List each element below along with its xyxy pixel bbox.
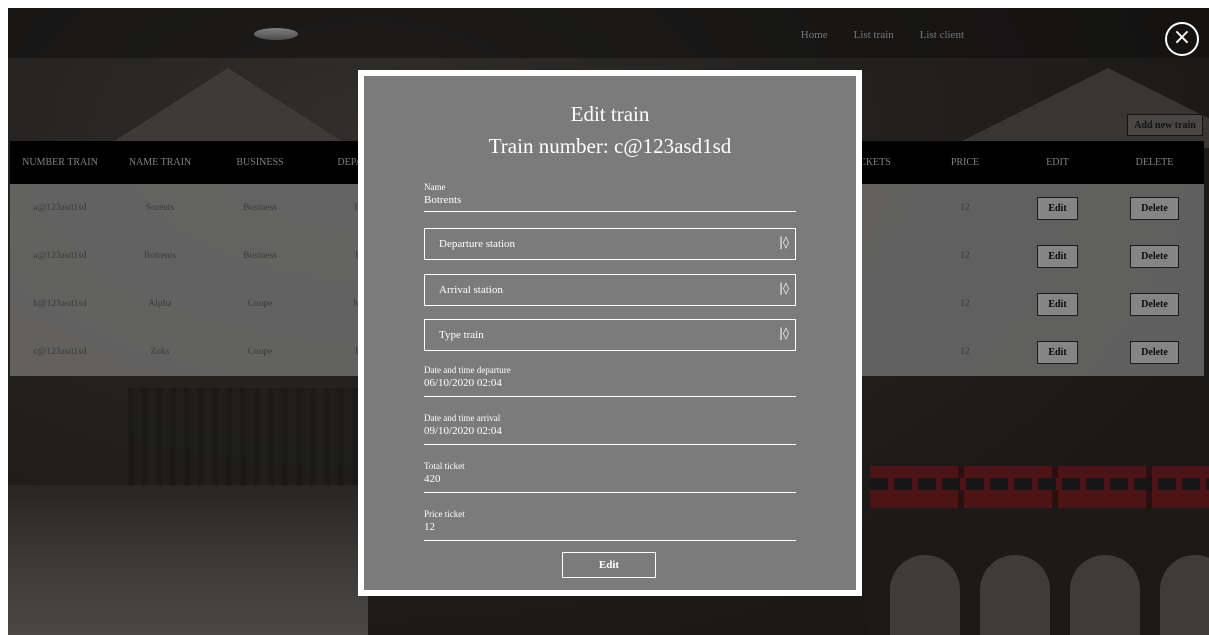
modal-subtitle: Train number: c@123asd1sd — [488, 134, 732, 158]
date-departure-label: Date and time departure — [424, 365, 511, 375]
departure-station-label: Departure station — [439, 238, 516, 250]
total-ticket-input[interactable]: 420 — [424, 473, 796, 485]
type-train-select[interactable]: Type train |◊ — [424, 319, 796, 351]
arrival-station-select[interactable]: Arrival station |◊ — [424, 274, 796, 306]
type-train-label: Type train — [439, 329, 484, 341]
total-ticket-field[interactable]: Total ticket 420 — [424, 461, 796, 493]
modal-title: Edit train — [570, 102, 650, 126]
modal-body: Edit train Train number: c@123asd1sd Nam… — [364, 76, 856, 590]
name-label: Name — [424, 182, 446, 192]
price-ticket-label: Price ticket — [424, 509, 465, 519]
submit-edit-button[interactable]: Edit — [562, 552, 656, 578]
date-arrival-label: Date and time arrival — [424, 413, 501, 423]
date-arrival-input[interactable]: 09/10/2020 02:04 — [424, 425, 796, 437]
name-field[interactable]: Name Botrents — [424, 182, 796, 212]
close-icon[interactable]: × — [1165, 22, 1199, 56]
date-departure-input[interactable]: 06/10/2020 02:04 — [424, 377, 796, 389]
date-arrival-field[interactable]: Date and time arrival 09/10/2020 02:04 — [424, 413, 796, 445]
price-ticket-field[interactable]: Price ticket 12 — [424, 509, 796, 541]
arrival-station-label: Arrival station — [439, 284, 503, 296]
select-arrow-icon: |◊ — [779, 235, 789, 249]
price-ticket-input[interactable]: 12 — [424, 521, 796, 533]
departure-station-select[interactable]: Departure station |◊ — [424, 228, 796, 260]
name-input[interactable]: Botrents — [424, 194, 796, 206]
select-arrow-icon: |◊ — [779, 281, 789, 295]
date-departure-field[interactable]: Date and time departure 06/10/2020 02:04 — [424, 365, 796, 397]
select-arrow-icon: |◊ — [779, 326, 789, 340]
total-ticket-label: Total ticket — [424, 461, 465, 471]
edit-train-modal: Edit train Train number: c@123asd1sd Nam… — [358, 70, 862, 596]
